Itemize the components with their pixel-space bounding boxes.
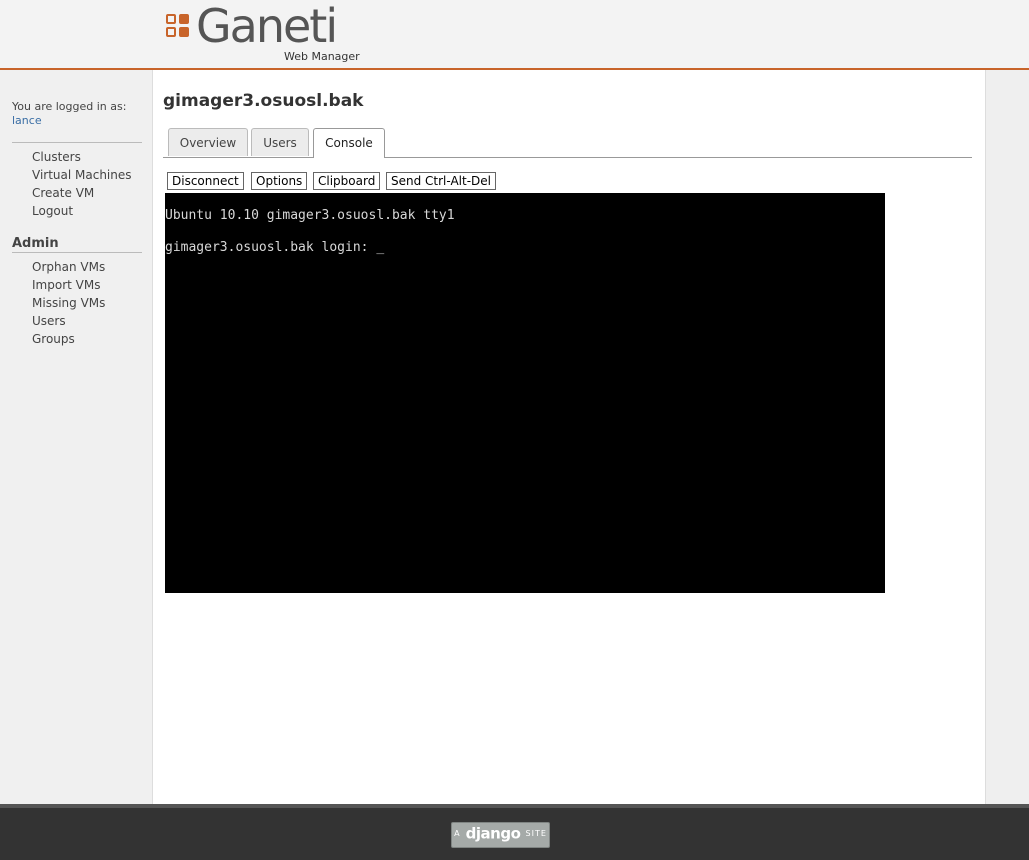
ganeti-logo[interactable]: Ganeti Web Manager — [166, 0, 366, 64]
right-gutter — [985, 70, 1029, 804]
divider — [12, 142, 142, 143]
logo-text: Ganeti — [196, 0, 338, 53]
tab-users[interactable]: Users — [251, 128, 309, 156]
nav-import-vms[interactable]: Import VMs — [32, 278, 100, 292]
console-line: Ubuntu 10.10 gimager3.osuosl.bak tty1 — [165, 208, 455, 223]
tab-underline — [163, 157, 972, 158]
tab-overview[interactable]: Overview — [168, 128, 248, 156]
sidebar: You are logged in as: lance Clusters Vir… — [0, 70, 153, 804]
nav-clusters[interactable]: Clusters — [32, 150, 81, 164]
nav-missing-vms[interactable]: Missing VMs — [32, 296, 105, 310]
badge-main: django — [465, 824, 521, 843]
footer: A django SITE — [0, 804, 1029, 860]
badge-suffix: SITE — [525, 829, 547, 838]
django-site-badge[interactable]: A django SITE — [451, 822, 550, 848]
nav-logout[interactable]: Logout — [32, 204, 73, 218]
divider — [12, 252, 142, 253]
options-button[interactable]: Options — [251, 172, 308, 190]
page-title: gimager3.osuosl.bak — [163, 91, 364, 111]
clipboard-button[interactable]: Clipboard — [313, 172, 381, 190]
header: Ganeti Web Manager — [0, 0, 1029, 70]
nav-virtual-machines[interactable]: Virtual Machines — [32, 168, 132, 182]
username-link[interactable]: lance — [12, 114, 42, 127]
ganeti-grid-icon — [166, 14, 194, 42]
nav-orphan-vms[interactable]: Orphan VMs — [32, 260, 105, 274]
nav-groups[interactable]: Groups — [32, 332, 75, 346]
badge-prefix: A — [454, 829, 461, 838]
tab-console[interactable]: Console — [313, 128, 385, 158]
logged-in-label: You are logged in as: — [12, 100, 127, 113]
nav-create-vm[interactable]: Create VM — [32, 186, 94, 200]
send-ctrl-alt-del-button[interactable]: Send Ctrl-Alt-Del — [386, 172, 496, 190]
logo-subtitle: Web Manager — [284, 50, 360, 63]
admin-heading: Admin — [12, 236, 59, 251]
disconnect-button[interactable]: Disconnect — [167, 172, 244, 190]
vnc-console[interactable]: Ubuntu 10.10 gimager3.osuosl.bak tty1 gi… — [165, 193, 885, 593]
main-content: gimager3.osuosl.bak Overview Users Conso… — [153, 70, 985, 804]
nav-users[interactable]: Users — [32, 314, 66, 328]
console-line: gimager3.osuosl.bak login: _ — [165, 240, 385, 255]
